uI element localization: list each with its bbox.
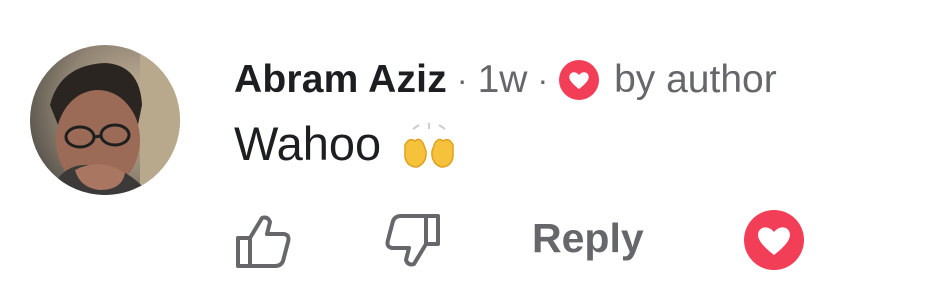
comment-body: Wahoo bbox=[234, 113, 459, 173]
comment-header: Abram Aziz · 1w · by author bbox=[234, 50, 777, 110]
heart-icon[interactable] bbox=[742, 208, 806, 272]
comment: Abram Aziz · 1w · by author Wahoo Reply bbox=[0, 0, 942, 303]
raising-hands-emoji-icon bbox=[404, 123, 454, 168]
thumbs-down-icon[interactable] bbox=[380, 208, 446, 274]
comment-actions: Reply bbox=[0, 200, 942, 290]
comment-text: Wahoo bbox=[234, 116, 382, 170]
author-like-label: by author bbox=[614, 58, 777, 101]
thumbs-up-icon[interactable] bbox=[230, 208, 296, 274]
author-name[interactable]: Abram Aziz bbox=[234, 58, 447, 102]
separator-dot: · bbox=[456, 61, 468, 98]
timestamp[interactable]: 1w bbox=[478, 58, 528, 102]
separator-dot: · bbox=[537, 61, 549, 98]
reply-button[interactable]: Reply bbox=[532, 215, 644, 262]
avatar[interactable] bbox=[30, 45, 180, 195]
author-heart-icon bbox=[559, 60, 600, 100]
